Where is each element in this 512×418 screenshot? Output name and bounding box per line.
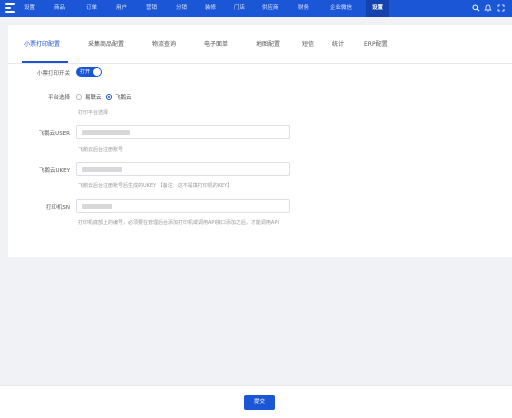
tab-receipt-printing[interactable]: 小票打印配置 [24, 39, 60, 53]
tab-erp-config[interactable]: ERP配置 [364, 39, 388, 53]
tab-sms[interactable]: 短信 [302, 39, 314, 53]
nav-item-settings-active[interactable]: 设置 [366, 0, 390, 17]
radio-yilianyun[interactable] [76, 94, 82, 100]
nav-item-users[interactable]: 用户 [116, 0, 127, 17]
tab-e-waybill[interactable]: 电子面单 [204, 39, 228, 53]
sn-value-redacted [82, 204, 112, 209]
nav-item-orders[interactable]: 订单 [86, 0, 97, 17]
settings-tabs: 小票打印配置 采集商品配置 物流查询 电子面单 地图配置 短信 统计 ERP配置 [8, 25, 512, 64]
switch-knob [93, 68, 101, 76]
bell-icon[interactable] [484, 4, 492, 12]
radio-feieyun[interactable] [106, 94, 112, 100]
nav-item-products[interactable]: 商品 [54, 0, 65, 17]
fullscreen-icon[interactable] [497, 4, 505, 12]
nav-item-wecom[interactable]: 企业微信 [330, 0, 352, 17]
ukey-value-redacted [82, 167, 122, 172]
tab-map-config[interactable]: 地图配置 [256, 39, 280, 53]
ukey-input[interactable] [76, 162, 290, 176]
switch-state-text: 打开 [80, 69, 91, 75]
user-value-redacted [82, 130, 130, 135]
tab-divider [8, 63, 512, 64]
menu-icon[interactable] [5, 3, 15, 14]
sn-label: 打印机SN [45, 205, 70, 211]
nav-item-distribution[interactable]: 分销 [176, 0, 187, 17]
nav-item-stores[interactable]: 门店 [234, 0, 245, 17]
radio-yilianyun-label[interactable]: 易联云 [85, 93, 102, 101]
switch-label: 小票打印开关 [36, 71, 70, 77]
nav-item-finance[interactable]: 财务 [298, 0, 309, 17]
ukey-hint: 飞鹅云后台注册账号后生成的UKEY 【备注：这不是填打印机的KEY】 [78, 183, 233, 189]
user-hint: 飞鹅云后台注册账号 [78, 147, 124, 153]
nav-item-suppliers[interactable]: 供应商 [262, 0, 279, 17]
form-footer: 提交 [0, 385, 512, 418]
search-icon[interactable] [472, 4, 480, 12]
tab-product-collection[interactable]: 采集商品配置 [88, 39, 124, 53]
tab-logistics-query[interactable]: 物流查询 [152, 39, 176, 53]
tab-statistics[interactable]: 统计 [332, 39, 344, 53]
user-label: 飞鹅云USER [38, 131, 70, 137]
nav-item-settings[interactable]: 设置 [24, 0, 35, 17]
top-nav-bar: 设置 商品 订单 用户 营销 分销 装修 门店 供应商 财务 企业微信 设置 [0, 0, 512, 17]
ukey-label: 飞鹅云UKEY [39, 168, 70, 174]
nav-item-decoration[interactable]: 装修 [205, 0, 216, 17]
platform-hint: 打印平台选择 [78, 110, 109, 116]
platform-label: 平台选择 [47, 95, 70, 101]
radio-feieyun-label[interactable]: 飞鹅云 [115, 93, 132, 101]
user-input[interactable] [76, 125, 290, 139]
nav-item-marketing[interactable]: 营销 [146, 0, 157, 17]
print-switch-toggle[interactable]: 打开 [76, 67, 102, 77]
sn-input[interactable] [76, 199, 290, 213]
sn-hint: 打印机底部上的编号，必须要在管理后台添加打印机或调用API接口添加之后，才能调用… [78, 220, 279, 226]
submit-button[interactable]: 提交 [244, 395, 275, 410]
